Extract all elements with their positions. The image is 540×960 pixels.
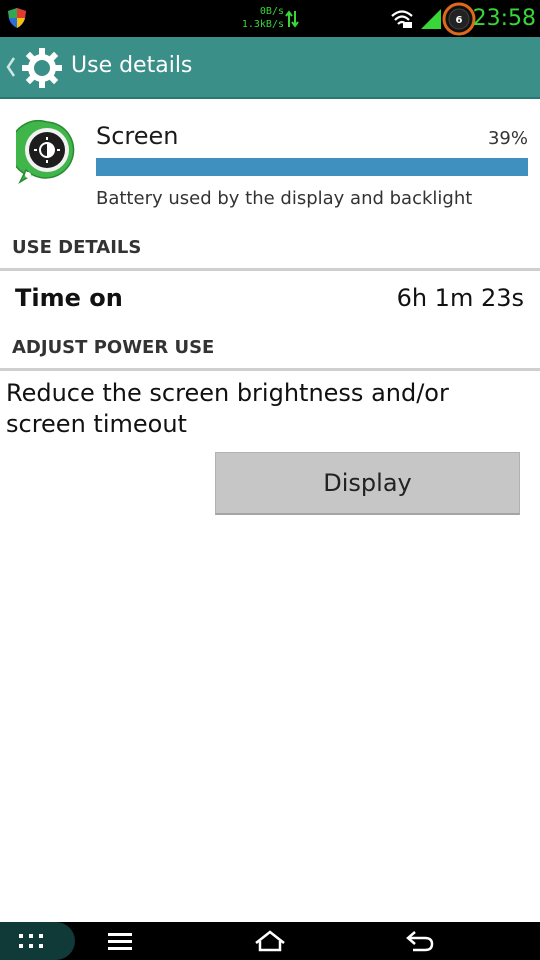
back-chevron-icon[interactable] — [6, 56, 16, 82]
app-drawer-icon[interactable] — [8, 922, 54, 960]
signal-icon — [420, 8, 442, 34]
divider — [0, 268, 540, 271]
usage-bar — [96, 158, 528, 176]
screen-brightness-icon — [9, 119, 78, 190]
notification-count: 6 — [456, 15, 463, 26]
network-upload-rate: 1.3kB/s — [241, 19, 284, 30]
usage-bar-fill — [96, 158, 528, 176]
time-on-value: 6h 1m 23s — [396, 284, 524, 312]
shield-icon — [7, 7, 27, 33]
back-icon[interactable] — [400, 922, 440, 960]
data-transfer-icon — [285, 9, 299, 33]
usage-summary: Battery used by the display and backligh… — [96, 188, 473, 209]
settings-gear-icon[interactable] — [20, 46, 64, 94]
wifi-icon — [390, 7, 414, 33]
display-settings-button[interactable]: Display — [215, 452, 520, 515]
page-title: Use details — [71, 53, 193, 78]
section-header-adjust-power: ADJUST POWER USE — [12, 337, 215, 358]
divider — [0, 368, 540, 371]
power-advice-text: Reduce the screen brightness and/or scre… — [6, 379, 449, 438]
navigation-bar — [0, 922, 540, 960]
menu-icon[interactable] — [100, 922, 140, 960]
network-speed: 0B/s 1.3kB/s — [232, 5, 284, 31]
status-bar: 0B/s 1.3kB/s 6 23:58 — [0, 0, 540, 37]
app-name: Screen — [96, 122, 179, 150]
home-icon[interactable] — [250, 922, 290, 960]
status-time: 23:58 — [472, 6, 536, 31]
action-bar: Use details — [0, 37, 540, 99]
section-header-use-details: USE DETAILS — [12, 237, 142, 258]
time-on-label: Time on — [15, 284, 123, 312]
network-download-rate: 0B/s — [259, 6, 284, 17]
notification-badge-icon: 6 — [442, 2, 476, 40]
usage-percent: 39% — [487, 128, 528, 149]
